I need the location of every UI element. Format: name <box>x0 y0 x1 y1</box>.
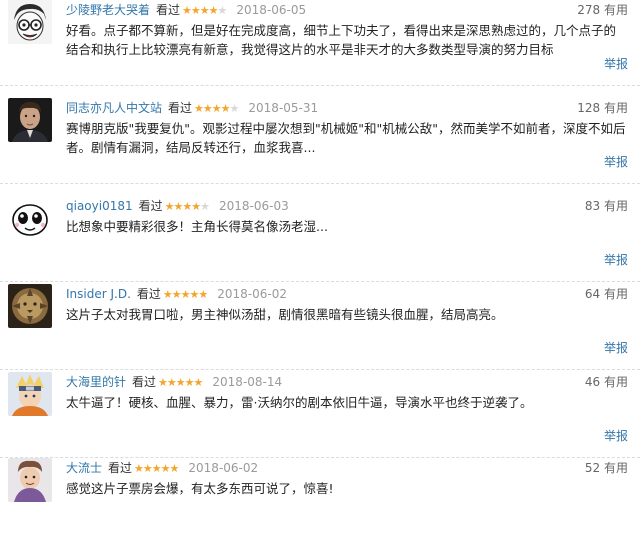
review-item: 少陵野老大哭着 看过 ★★★★★ 2018-06-05 278 有用 好看。点子都不算… <box>0 0 640 86</box>
cartoon-character-icon <box>8 458 52 502</box>
username-link[interactable]: 大海里的针 <box>66 375 126 389</box>
anime-glasses-girl-icon <box>8 0 52 44</box>
avatar[interactable] <box>8 458 52 502</box>
star-icon: ★ <box>134 462 144 475</box>
star-icon: ★ <box>171 288 182 301</box>
star-icon: ★ <box>151 462 162 475</box>
review-date: 2018-05-31 <box>248 101 319 115</box>
divider <box>0 183 640 184</box>
avatar[interactable] <box>8 0 52 44</box>
username-link[interactable]: 同志亦凡人中文站 <box>66 101 162 115</box>
avatar[interactable] <box>8 372 52 416</box>
star-icon: ★ <box>208 4 219 17</box>
review-date: 2018-06-05 <box>236 3 307 17</box>
review-item: Insider J.D. 看过 ★★★★★ 2018-06-02 64 有用 这片子太… <box>0 284 640 370</box>
review-text: 赛博朋克版"我要复仇"。观影过程中屡次想到"机械姬"和"机械公敌"，然而美学不如… <box>66 121 626 155</box>
review-item: 大流士 看过 ★★★★★ 2018-06-02 52 有用 感觉这片子票房会爆，有太多… <box>0 458 640 544</box>
report-link[interactable]: 举报 <box>604 251 628 269</box>
star-icon: ★ <box>180 288 191 301</box>
review-text: 感觉这片子票房会爆，有太多东西可说了，惊喜! <box>66 481 334 496</box>
star-icon: ★ <box>193 376 204 389</box>
review-item: qiaoyi0181 看过 ★★★★★ 2018-06-03 83 有用 比想象中要精… <box>0 196 640 282</box>
watched-label: 看过 <box>156 3 181 17</box>
review-meta: 同志亦凡人中文站 看过 ★★★★★ 2018-05-31 <box>66 99 318 117</box>
star-icon: ★ <box>164 200 175 213</box>
rating-stars: ★★★★★ <box>194 102 240 115</box>
review-item: 大海里的针 看过 ★★★★★ 2018-08-14 46 有用 太牛逼了！硬核、血腥、… <box>0 372 640 458</box>
star-icon: ★ <box>194 102 204 115</box>
anime-ninja-icon <box>8 372 52 416</box>
lion-art-icon <box>8 284 52 328</box>
report-link[interactable]: 举报 <box>604 153 628 171</box>
divider <box>0 281 640 282</box>
username-link[interactable]: qiaoyi0181 <box>66 199 133 213</box>
star-icon: ★ <box>175 376 186 389</box>
watched-label: 看过 <box>132 375 157 389</box>
review-meta: Insider J.D. 看过 ★★★★★ 2018-06-02 <box>66 285 287 303</box>
review-item: 同志亦凡人中文站 看过 ★★★★★ 2018-05-31 128 有用 赛博朋克版"我… <box>0 98 640 184</box>
review-date: 2018-08-14 <box>212 375 283 389</box>
star-icon: ★ <box>211 102 222 115</box>
divider <box>0 369 640 370</box>
review-text: 好看。点子都不算新，但是好在完成度高，细节上下功夫了，看得出来是深思熟虑过的，几… <box>66 23 617 57</box>
star-icon: ★ <box>182 4 192 17</box>
man-portrait-icon <box>8 98 52 142</box>
watched-label: 看过 <box>168 101 193 115</box>
useful-count-button[interactable]: 83 有用 <box>585 197 628 215</box>
username-link[interactable]: Insider J.D. <box>66 287 131 301</box>
cartoon-face-icon <box>8 196 52 240</box>
star-icon: ★ <box>200 200 210 213</box>
review-list: 少陵野老大哭着 看过 ★★★★★ 2018-06-05 278 有用 好看。点子都不算… <box>0 0 640 506</box>
review-date: 2018-06-02 <box>217 287 288 301</box>
review-date: 2018-06-02 <box>188 461 259 475</box>
divider <box>0 85 640 86</box>
watched-label: 看过 <box>108 461 133 475</box>
star-icon: ★ <box>184 376 195 389</box>
star-icon: ★ <box>199 4 210 17</box>
rating-stars: ★★★★★ <box>162 288 208 301</box>
rating-stars: ★★★★★ <box>164 200 210 213</box>
review-date: 2018-06-03 <box>219 199 289 213</box>
star-icon: ★ <box>202 102 213 115</box>
star-icon: ★ <box>142 462 153 475</box>
star-icon: ★ <box>166 376 177 389</box>
watched-label: 看过 <box>136 287 161 301</box>
review-meta: 大海里的针 看过 ★★★★★ 2018-08-14 <box>66 373 282 391</box>
review-meta: qiaoyi0181 看过 ★★★★★ 2018-06-03 <box>66 197 289 215</box>
star-icon: ★ <box>190 4 201 17</box>
useful-count-button[interactable]: 278 有用 <box>577 1 628 19</box>
useful-count-button[interactable]: 64 有用 <box>585 285 628 303</box>
star-icon: ★ <box>198 288 208 301</box>
avatar[interactable] <box>8 284 52 328</box>
report-link[interactable]: 举报 <box>604 427 628 445</box>
review-text: 比想象中要精彩很多！主角长得莫名像汤老湿... <box>66 219 328 234</box>
star-icon: ★ <box>191 200 201 213</box>
useful-count-button[interactable]: 46 有用 <box>585 373 628 391</box>
star-icon: ★ <box>169 462 180 475</box>
avatar[interactable] <box>8 98 52 142</box>
review-meta: 大流士 看过 ★★★★★ 2018-06-02 <box>66 459 258 477</box>
star-icon: ★ <box>160 462 171 475</box>
username-link[interactable]: 大流士 <box>66 461 102 475</box>
review-meta: 少陵野老大哭着 看过 ★★★★★ 2018-06-05 <box>66 1 306 19</box>
star-icon: ★ <box>182 200 192 213</box>
rating-stars: ★★★★★ <box>182 4 228 17</box>
star-icon: ★ <box>229 102 240 115</box>
review-text: 太牛逼了！硬核、血腥、暴力，雷·沃纳尔的剧本依旧牛逼，导演水平也终于逆袭了。 <box>66 395 533 410</box>
star-icon: ★ <box>158 376 168 389</box>
report-link[interactable]: 举报 <box>604 339 628 357</box>
username-link[interactable]: 少陵野老大哭着 <box>66 3 150 17</box>
star-icon: ★ <box>220 102 231 115</box>
rating-stars: ★★★★★ <box>134 462 180 475</box>
avatar[interactable] <box>8 196 52 240</box>
report-link[interactable]: 举报 <box>604 55 628 73</box>
useful-count-button[interactable]: 128 有用 <box>577 99 628 117</box>
useful-count-button[interactable]: 52 有用 <box>585 459 628 477</box>
rating-stars: ★★★★★ <box>158 376 204 389</box>
review-text: 这片子太对我胃口啦，男主神似汤甜，剧情很黑暗有些镜头很血腥，结局高亮。 <box>66 307 504 322</box>
star-icon: ★ <box>162 288 173 301</box>
watched-label: 看过 <box>138 199 163 213</box>
star-icon: ★ <box>217 4 228 17</box>
